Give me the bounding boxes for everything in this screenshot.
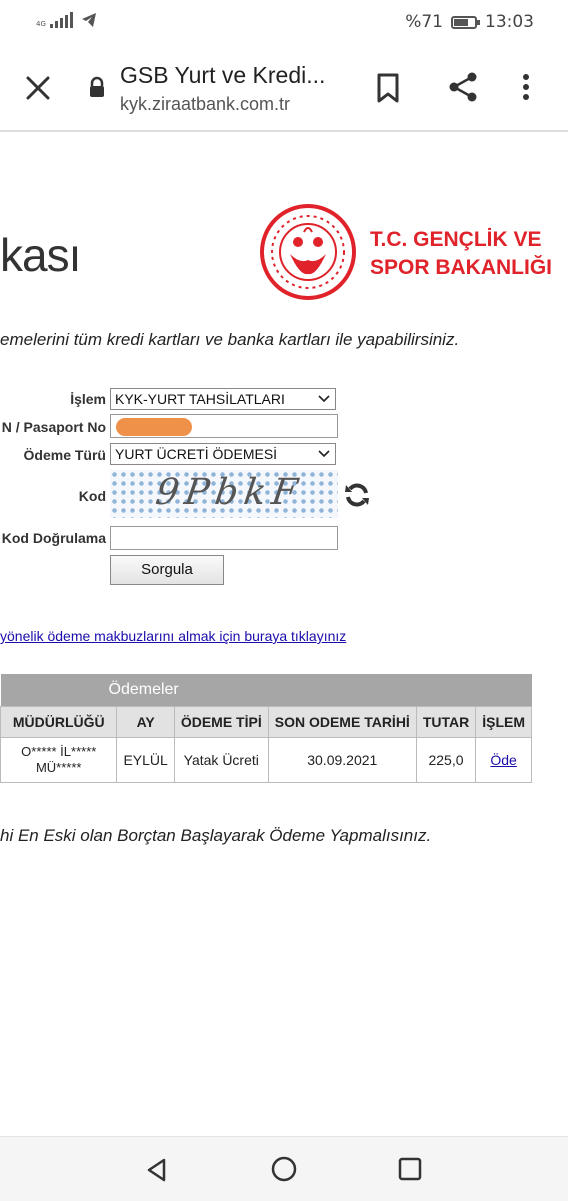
islem-cell: Öde	[475, 737, 532, 783]
table-header-row: MÜDÜRLÜĞÜ AY ÖDEME TİPİ SON ODEME TARİHİ…	[0, 706, 532, 738]
table-caption: Ödemeler	[0, 674, 532, 707]
ministry-emblem-icon	[260, 204, 356, 300]
more-options-icon[interactable]	[520, 72, 532, 102]
recent-apps-icon[interactable]	[398, 1157, 422, 1181]
column-header: İŞLEM	[475, 706, 532, 738]
status-bar: 4G %71 13:03	[0, 0, 568, 44]
odeme-turu-label: Ödeme Türü	[23, 447, 106, 463]
payment-info-text: emelerini tüm kredi kartları ve banka ka…	[0, 330, 460, 349]
payment-order-note: hi En Eski olan Borçtan Başlayarak Ödeme…	[0, 826, 432, 845]
close-icon[interactable]	[20, 70, 56, 106]
ministry-name: T.C. GENÇLİK VE SPOR BAKANLIĞI	[370, 226, 552, 282]
receipt-link[interactable]: yönelik ödeme makbuzlarını almak için bu…	[0, 628, 346, 644]
ode-link[interactable]: Öde	[490, 752, 516, 768]
redaction-mark	[116, 418, 192, 436]
ministry-line-2: SPOR BAKANLIĞI	[370, 256, 553, 279]
islem-select-value: KYK-YURT TAHSİLATLARI	[115, 391, 285, 407]
kod-label: Kod	[78, 488, 106, 504]
battery-percent: %71	[405, 12, 443, 32]
browser-toolbar: GSB Yurt ve Kredi... kyk.ziraatbank.com.…	[0, 44, 568, 132]
share-icon[interactable]	[446, 70, 480, 104]
kod-dogrulama-label: Kod Doğrulama	[1, 530, 106, 546]
chevron-down-icon	[318, 450, 330, 458]
battery-fill	[454, 18, 469, 26]
ay-cell: EYLÜL	[116, 737, 175, 783]
bookmark-icon[interactable]	[374, 72, 402, 104]
page-title[interactable]: GSB Yurt ve Kredi...	[120, 62, 325, 89]
signal-bars-icon	[49, 12, 73, 28]
passport-label: N / Pasaport No	[1, 419, 106, 435]
tutar-cell: 225,0	[415, 737, 477, 783]
lock-icon[interactable]	[88, 76, 106, 98]
status-right: %71 13:03	[405, 12, 534, 32]
son-odeme-cell: 30.09.2021	[267, 737, 417, 783]
column-header: ÖDEME TİPİ	[173, 706, 269, 738]
telegram-icon	[81, 13, 96, 27]
mudurluk-cell: O***** İL***** MÜ*****	[0, 737, 118, 783]
home-icon[interactable]	[270, 1155, 298, 1183]
chevron-down-icon	[318, 395, 330, 403]
ministry-line-1: T.C. GENÇLİK VE	[370, 228, 542, 251]
column-header: TUTAR	[415, 706, 477, 738]
battery-icon	[451, 15, 480, 29]
bank-logo: kası	[0, 229, 81, 281]
kod-dogrulama-input[interactable]	[110, 526, 338, 550]
sorgula-button[interactable]: Sorgula	[110, 555, 224, 585]
odeme-turu-select[interactable]: YURT ÜCRETİ ÖDEMESİ	[110, 443, 336, 465]
odeme-tipi-cell: Yatak Ücreti	[173, 737, 269, 783]
column-header: AY	[116, 706, 175, 738]
url-text[interactable]: kyk.ziraatbank.com.tr	[120, 94, 290, 115]
clock: 13:03	[485, 12, 534, 32]
column-header: MÜDÜRLÜĞÜ	[0, 706, 118, 738]
system-nav-bar	[0, 1136, 568, 1201]
network-type: 4G	[36, 20, 46, 28]
signal-indicator: 4G	[36, 12, 97, 28]
table-row: O***** İL***** MÜ***** EYLÜL Yatak Ücret…	[0, 737, 532, 783]
captcha-text: 9PbkF	[153, 472, 306, 513]
refresh-captcha-icon[interactable]	[342, 480, 372, 510]
back-icon[interactable]	[144, 1157, 170, 1183]
islem-label: İşlem	[70, 391, 106, 407]
captcha-image: 9PbkF	[110, 470, 338, 518]
column-header: SON ODEME TARİHİ	[267, 706, 417, 738]
table-caption-row: Ödemeler	[0, 674, 532, 707]
odeme-turu-select-value: YURT ÜCRETİ ÖDEMESİ	[115, 446, 278, 462]
payments-table: Ödemeler MÜDÜRLÜĞÜ AY ÖDEME TİPİ SON ODE…	[0, 674, 532, 783]
islem-select[interactable]: KYK-YURT TAHSİLATLARI	[110, 388, 336, 410]
